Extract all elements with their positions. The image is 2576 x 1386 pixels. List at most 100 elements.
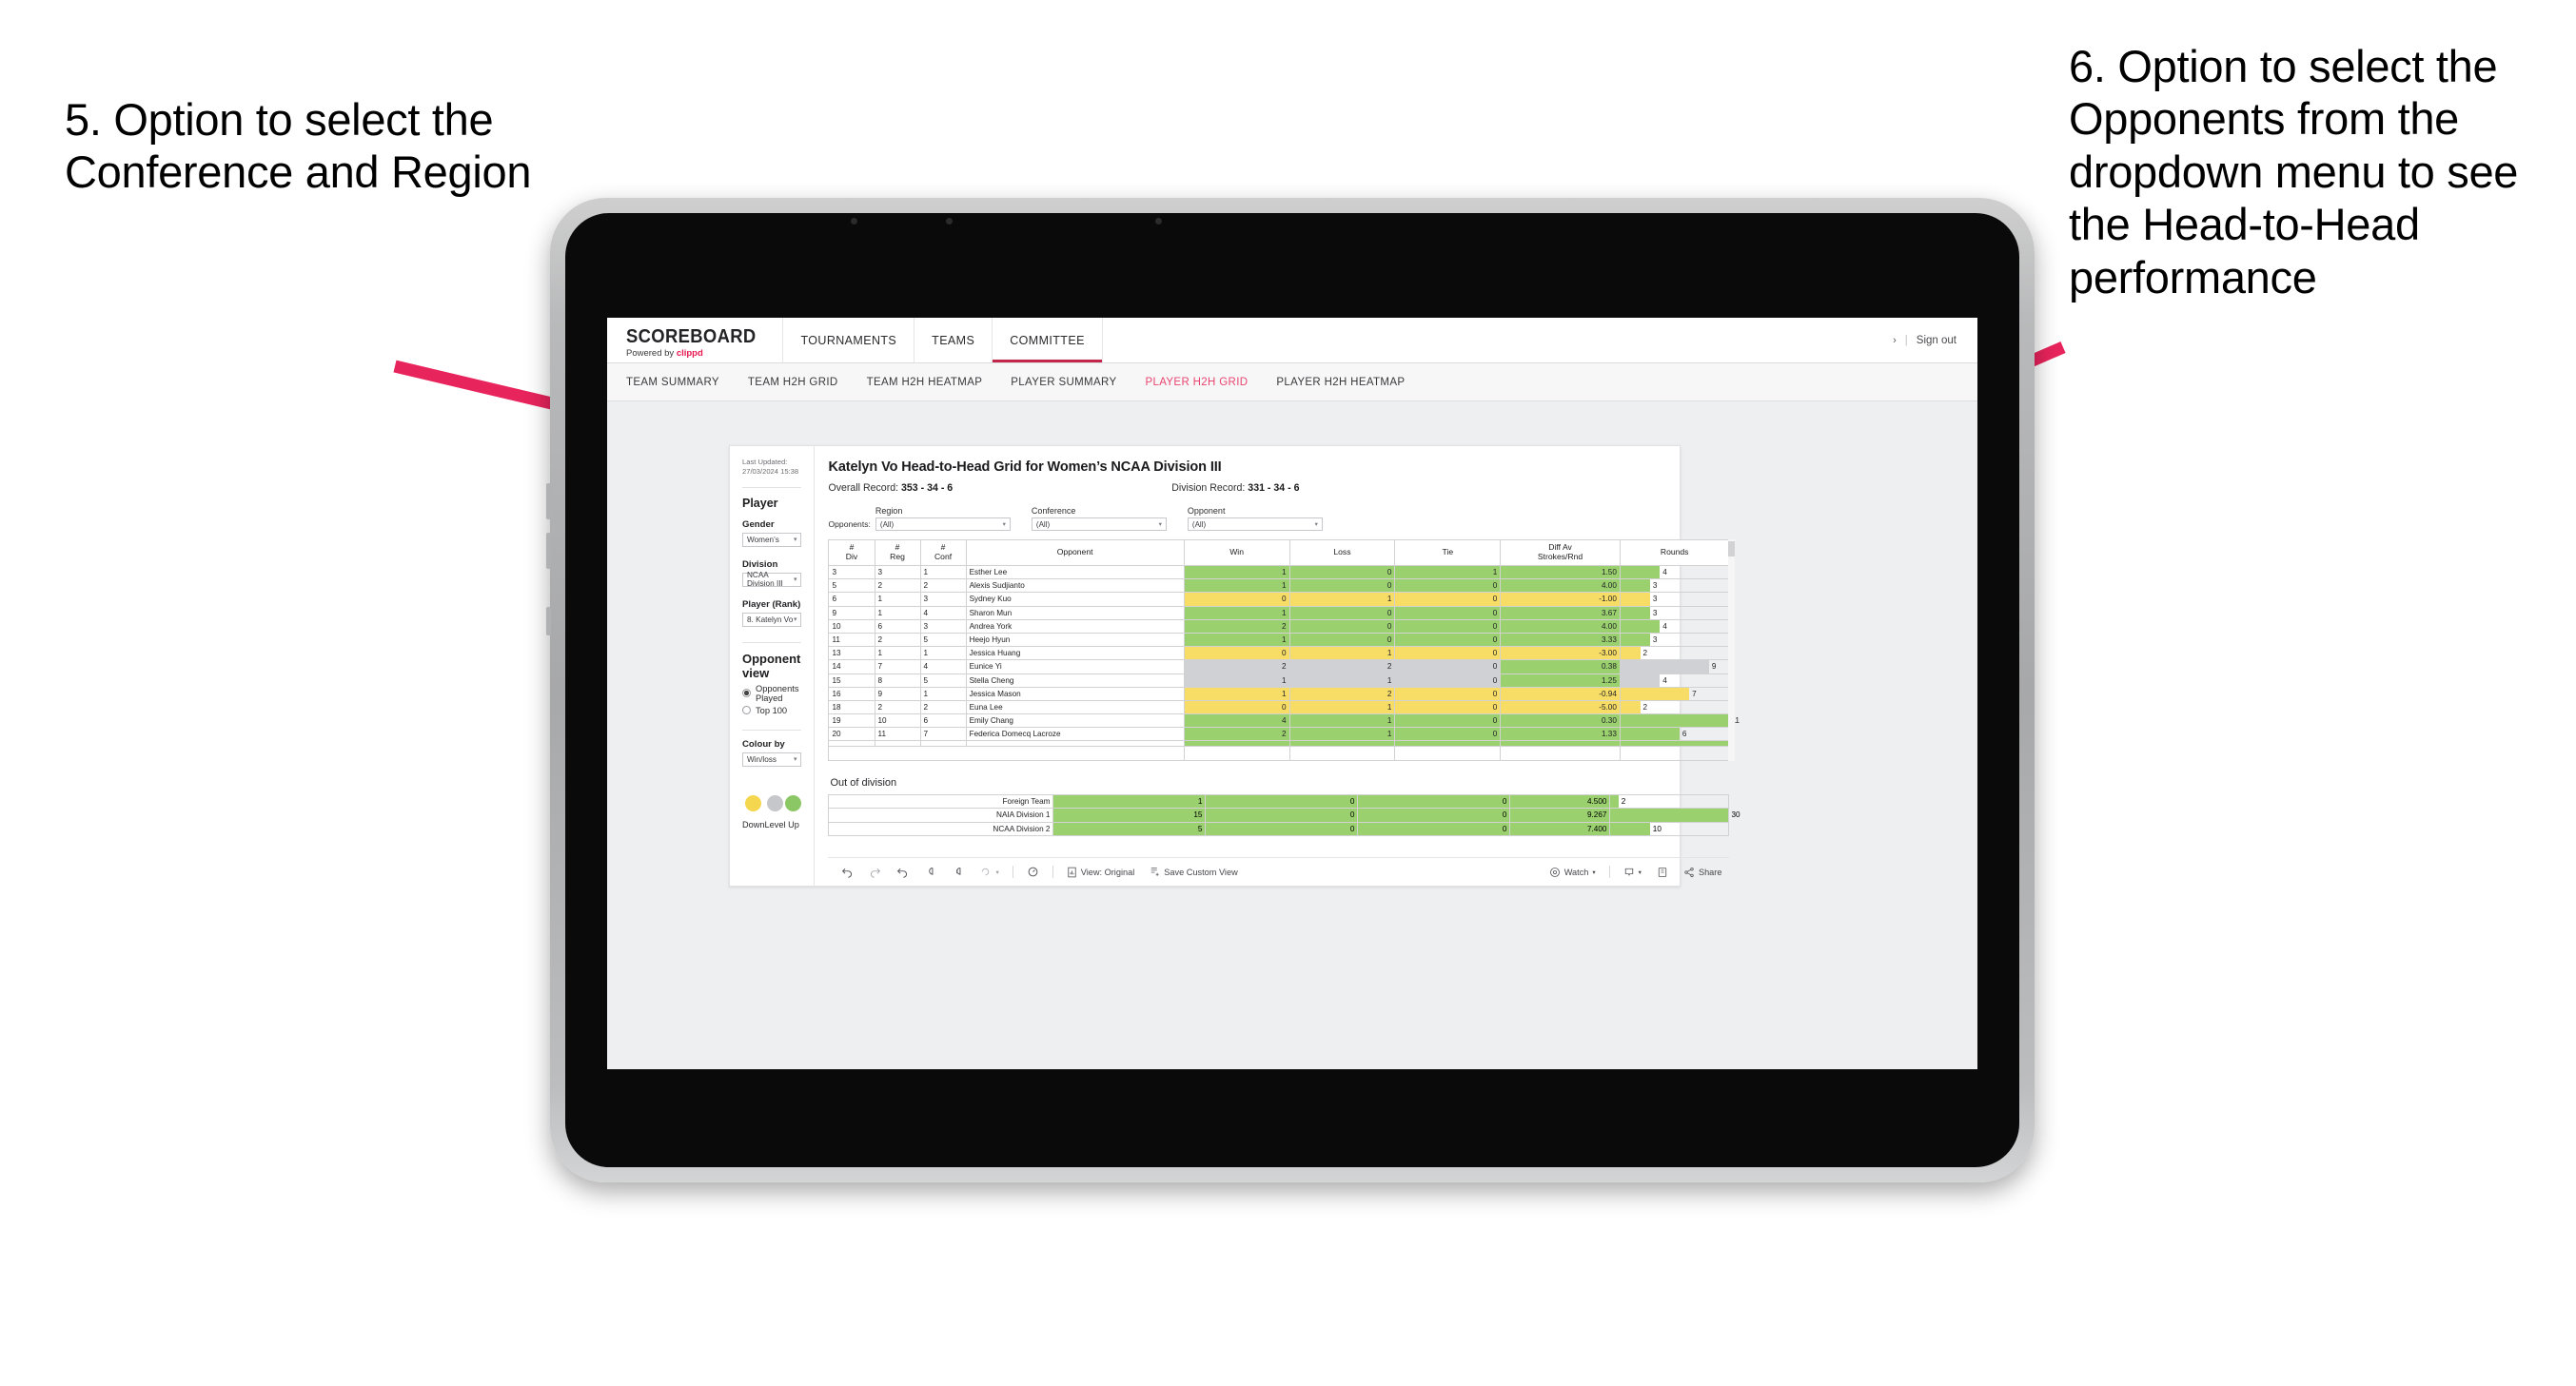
tab-player-h2h-heatmap[interactable]: PLAYER H2H HEATMAP [1276,377,1405,388]
fullscreen-button[interactable] [1649,867,1676,878]
cell-loss: 2 [1288,686,1396,701]
ood-cell-rounds: 10 [1609,821,1730,837]
opponent-select[interactable]: (All) ▾ [1187,517,1323,531]
table-empty-space [828,746,1730,761]
filter-sidebar: Last Updated: 27/03/2024 15:38 Player Ge… [730,446,816,887]
ood-cell-win: 1 [1052,793,1207,810]
nav-teams[interactable]: TEAMS [914,318,993,362]
cell-tie: 0 [1394,646,1502,661]
cell-rounds: 9 [1619,659,1730,674]
rounds-value: 3 [1652,595,1658,604]
opponent-value: (All) [1191,519,1207,529]
grid-scrollbar-track[interactable] [1728,539,1736,761]
sign-out-link[interactable]: Sign out [1917,335,1957,346]
revert-button[interactable] [889,866,916,878]
cell-tie: 0 [1394,673,1502,688]
nav-committee[interactable]: COMMITTEE [993,318,1103,362]
player-rank-select[interactable]: 8. Katelyn Vo ▾ [742,612,802,627]
power-button[interactable] [546,607,551,635]
chevron-down-icon: ▾ [1638,869,1642,876]
table-row[interactable]: 14 7 4 Eunice Yi 2 2 0 0.38 9 [828,659,1730,674]
ood-cell-name: NCAA Division 2 [828,821,1054,837]
highlight-button[interactable] [1019,866,1047,878]
nav-tournaments[interactable]: TOURNAMENTS [783,318,915,362]
cell-opponent: Jessica Huang [965,646,1185,661]
table-row[interactable]: 5 2 2 Alexis Sudjianto 1 0 0 4.00 3 [828,578,1730,594]
view-original-button[interactable]: View: Original [1059,867,1143,878]
redo-button[interactable] [861,866,889,878]
table-row[interactable]: 6 1 3 Sydney Kuo 0 1 0 -1.00 3 [828,592,1730,607]
rounds-bar [1620,647,1641,660]
cell-loss: 1 [1288,699,1396,715]
conference-filter: Conference (All) ▾ [1031,506,1167,531]
region-select[interactable]: (All) ▾ [875,517,1011,531]
chevron-down-icon: ▾ [793,616,797,623]
volume-down-button[interactable] [546,533,551,569]
save-custom-view-button[interactable]: Save Custom View [1142,867,1245,878]
download-button[interactable]: ▾ [1616,867,1649,878]
chevron-right-icon[interactable]: › [1893,335,1897,346]
cell-win: 0 [1183,699,1290,715]
cell-div: 10 [828,618,875,634]
table-row[interactable]: 19 10 6 Emily Chang 4 1 0 0.30 11 [828,713,1740,729]
division-select[interactable]: NCAA Division III ▾ [742,571,802,588]
table-row[interactable]: 16 9 1 Jessica Mason 1 2 0 -0.94 7 [828,686,1730,701]
table-row[interactable]: 10 6 3 Andrea York 2 0 0 4.00 4 [828,618,1730,634]
refresh-dropdown-button[interactable]: ▾ [972,866,1006,878]
refresh-button[interactable] [916,866,944,878]
cell-reg: 2 [874,699,921,715]
brand-logo[interactable]: SCOREBOARD Powered by clippd [607,318,784,362]
table-row[interactable]: 20 11 7 Federica Domecq Lacroze 2 1 0 1.33 6 [828,727,1730,742]
table-row[interactable]: 13 1 1 Jessica Huang 0 1 0 -3.00 2 [828,646,1730,661]
cell-opponent: Andrea York [965,618,1185,634]
out-of-division-table: Foreign Team 1 0 0 4.500 2 NAIA Division 1 15 0 0… [828,793,1740,837]
brand-title: SCOREBOARD [626,325,757,347]
cell-rounds: 3 [1619,605,1730,620]
table-row[interactable]: 9 1 4 Sharon Mun 1 0 0 3.67 3 [828,605,1730,620]
chevron-down-icon: ▾ [793,756,797,763]
grid-scrollbar-thumb[interactable] [1728,541,1736,556]
ood-row[interactable]: Foreign Team 1 0 0 4.500 2 [828,793,1730,810]
ood-cell-diff: 4.500 [1509,793,1611,810]
undo-button[interactable] [834,866,861,878]
tab-team-h2h-heatmap[interactable]: TEAM H2H HEATMAP [867,377,983,388]
table-row[interactable]: 15 8 5 Stella Cheng 1 1 0 1.25 4 [828,673,1730,688]
pause-button[interactable] [944,866,972,878]
tab-team-summary[interactable]: TEAM SUMMARY [626,377,719,388]
ood-row[interactable]: NAIA Division 1 15 0 0 9.267 30 [828,808,1740,823]
main-panel: Katelyn Vo Head-to-Head Grid for Women’s… [815,446,1744,886]
rounds-bar [1620,593,1650,606]
volume-up-button[interactable] [546,483,551,519]
division-label: Division [742,558,778,570]
conference-select[interactable]: (All) ▾ [1031,517,1167,531]
radio-top-100[interactable]: Top 100 [742,706,801,715]
table-row[interactable]: 3 3 1 Esther Lee 1 0 1 1.50 4 [828,564,1730,580]
empty-cell [1288,746,1396,761]
region-label: Region [875,506,903,516]
radio-opponents-played[interactable]: Opponents Played [742,684,801,703]
cell-rounds: 4 [1619,564,1730,580]
legend-level: Level [764,794,786,830]
legend-label: Level [764,819,786,830]
colour-legend: Down Level Up [742,794,802,830]
colour-by-select[interactable]: Win/loss ▾ [742,752,802,767]
watch-button[interactable]: Watch ▾ [1542,867,1603,878]
chevron-down-icon: ▾ [1314,521,1318,528]
ood-row[interactable]: NCAA Division 2 5 0 0 7.400 10 [828,821,1730,837]
watch-label: Watch [1563,867,1589,877]
dashboard-area: Last Updated: 27/03/2024 15:38 Player Ge… [607,401,1977,888]
rounds-value: 7 [1692,689,1697,698]
tab-player-summary[interactable]: PLAYER SUMMARY [1011,377,1116,388]
share-button[interactable]: Share [1676,867,1730,878]
cell-rounds: 3 [1619,592,1730,607]
cell-div: 5 [828,578,875,594]
gender-select[interactable]: Women’s ▾ [742,532,802,547]
cell-opponent: Alexis Sudjianto [965,578,1185,594]
table-row[interactable]: 18 2 2 Euna Lee 0 1 0 -5.00 2 [828,699,1730,715]
table-row[interactable]: 11 2 5 Heejo Hyun 1 0 0 3.33 3 [828,632,1730,648]
cell-opponent: Eunice Yi [965,659,1185,674]
tab-player-h2h-grid[interactable]: PLAYER H2H GRID [1145,377,1248,388]
cell-tie: 0 [1394,605,1502,620]
tab-team-h2h-grid[interactable]: TEAM H2H GRID [748,377,838,388]
rounds-bar [1620,673,1661,687]
